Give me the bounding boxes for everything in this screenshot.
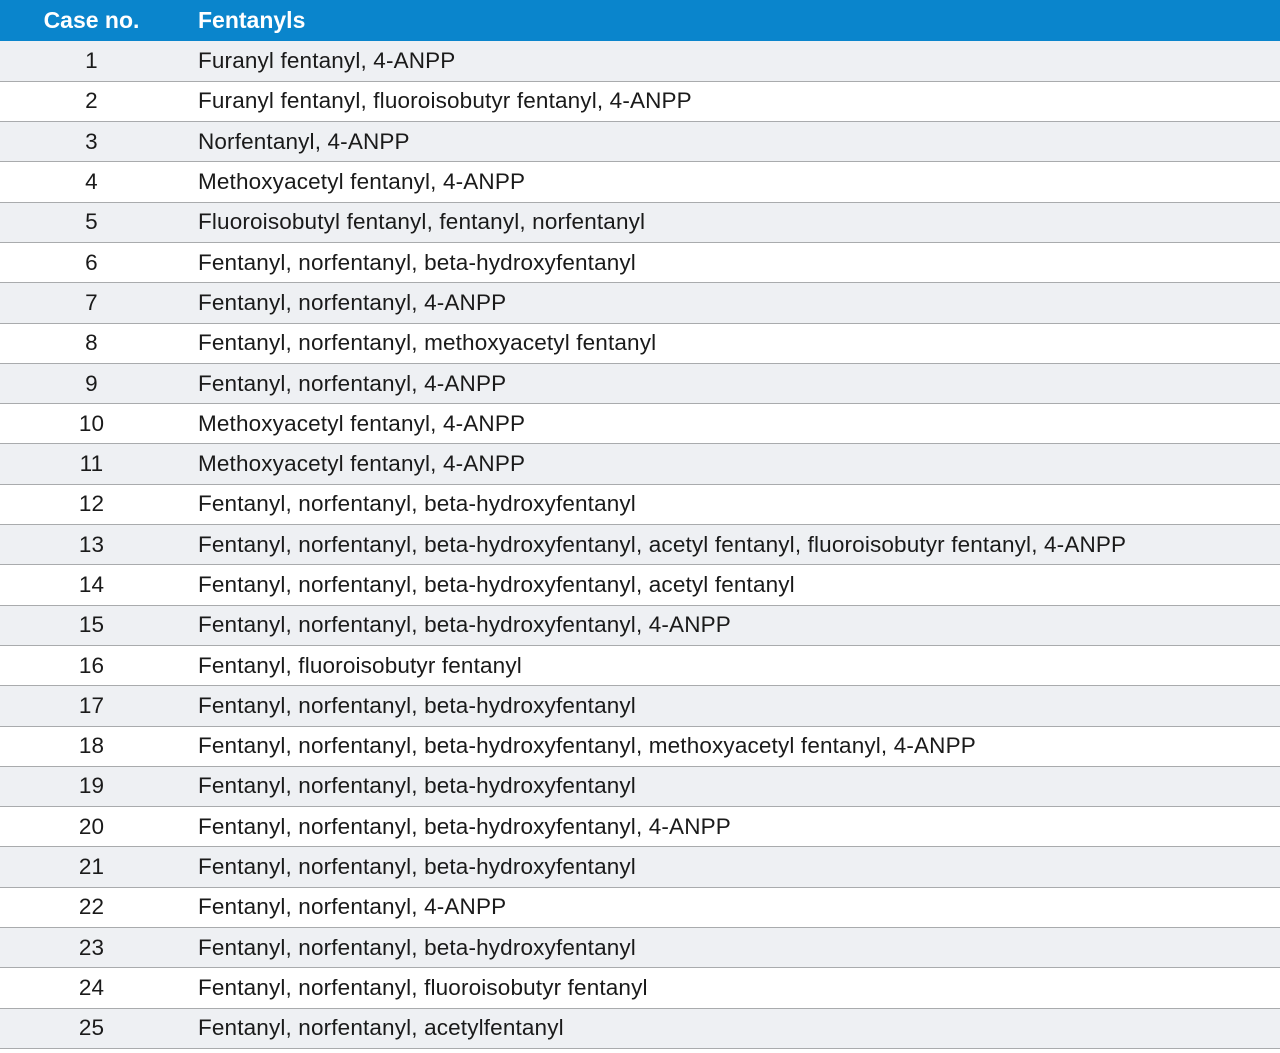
fentanyls-cell: Methoxyacetyl fentanyl, 4-ANPP (198, 410, 526, 436)
table-row: 6 Fentanyl, norfentanyl, beta-hydroxyfent… (0, 242, 1280, 283)
fentanyls-cell: Fentanyl, norfentanyl, 4-ANPP (198, 370, 507, 396)
case-number-cell: 22 (78, 894, 105, 920)
table-header: Case no. Fentanyls (0, 0, 1280, 41)
fentanyls-cell: Fentanyl, norfentanyl, beta-hydroxyfenta… (198, 531, 1127, 557)
table-row: 20 Fentanyl, norfentanyl, beta-hydroxyfen… (0, 806, 1280, 847)
fentanyls-cell: Fentanyl, norfentanyl, beta-hydroxyfenta… (198, 733, 976, 759)
table-row: 13 Fentanyl, norfentanyl, beta-hydroxyfen… (0, 524, 1280, 565)
fentanyls-cell: Furanyl fentanyl, 4-ANPP (198, 47, 456, 73)
table-row: 8 Fentanyl, norfentanyl, methoxyacetyl fe… (0, 323, 1280, 364)
table-row: 22 Fentanyl, norfentanyl, 4-ANPP (0, 887, 1280, 928)
fentanyls-cell: Fentanyl, norfentanyl, beta-hydroxyfenta… (198, 692, 636, 718)
table-row: 16 Fentanyl, fluoroisobutyr fentanyl (0, 645, 1280, 686)
table-body: 1 Furanyl fentanyl, 4-ANPP 2 Furanyl fentan… (0, 41, 1280, 1049)
table-row: 3 Norfentanyl, 4-ANPP (0, 121, 1280, 162)
fentanyls-cell: Fentanyl, norfentanyl, beta-hydroxyfenta… (198, 813, 731, 839)
fentanyls-cell: Furanyl fentanyl, fluoroisobutyr fentany… (198, 88, 692, 114)
fentanyls-cell: Fentanyl, norfentanyl, beta-hydroxyfenta… (198, 854, 636, 880)
table-row: 18 Fentanyl, norfentanyl, beta-hydroxyfen… (0, 726, 1280, 767)
fentanyls-cell: Fluoroisobutyl fentanyl, fentanyl, norfe… (198, 209, 646, 235)
fentanyls-cell: Fentanyl, norfentanyl, acetylfentanyl (198, 1015, 564, 1041)
table-row: 9 Fentanyl, norfentanyl, 4-ANPP (0, 363, 1280, 404)
fentanyls-cell: Methoxyacetyl fentanyl, 4-ANPP (198, 169, 526, 195)
table-row: 2 Furanyl fentanyl, fluoroisobutyr fentan… (0, 81, 1280, 122)
table-row: 17 Fentanyl, norfentanyl, beta-hydroxyfen… (0, 685, 1280, 727)
case-number-cell: 6 (85, 249, 98, 275)
table-row: 24 Fentanyl, norfentanyl, fluoroisobutyr … (0, 967, 1280, 1009)
fentanyls-cell: Fentanyl, norfentanyl, beta-hydroxyfenta… (198, 934, 636, 960)
case-number-cell: 23 (78, 934, 105, 960)
case-number-cell: 1 (85, 47, 98, 73)
case-number-cell: 14 (78, 572, 105, 597)
case-number-cell: 3 (85, 128, 98, 154)
case-number-cell: 7 (85, 289, 98, 315)
table-row: 25 Fentanyl, norfentanyl, acetylfentanyl (0, 1008, 1280, 1049)
table-row: 10 Methoxyacetyl fentanyl, 4-ANPP (0, 403, 1280, 444)
table-row: 7 Fentanyl, norfentanyl, 4-ANPP (0, 282, 1280, 324)
table-row: 12 Fentanyl, norfentanyl, beta-hydroxyfen… (0, 484, 1280, 525)
case-number-cell: 20 (78, 813, 105, 839)
case-number-cell: 15 (78, 612, 105, 638)
column-header-case-no: Case no. (43, 7, 140, 33)
case-number-cell: 18 (78, 733, 105, 759)
case-number-cell: 17 (78, 692, 105, 718)
fentanyls-cell: Methoxyacetyl fentanyl, 4-ANPP (198, 451, 526, 477)
fentanyls-cell: Fentanyl, fluoroisobutyr fentanyl (198, 652, 522, 678)
fentanyls-cell: Fentanyl, norfentanyl, beta-hydroxyfenta… (198, 612, 731, 638)
case-number-cell: 19 (78, 773, 105, 799)
table-row: 4 Methoxyacetyl fentanyl, 4-ANPP (0, 161, 1280, 203)
table-row: 1 Furanyl fentanyl, 4-ANPP (0, 41, 1280, 82)
table-row: 15 Fentanyl, norfentanyl, beta-hydroxyfen… (0, 605, 1280, 646)
case-number-cell: 8 (85, 330, 98, 356)
case-number-cell: 24 (78, 974, 105, 1000)
case-number-cell: 21 (78, 854, 105, 880)
fentanyls-cell: Fentanyl, norfentanyl, fluoroisobutyr fe… (198, 974, 648, 1000)
case-number-cell: 16 (78, 652, 105, 678)
fentanyls-cell: Fentanyl, norfentanyl, 4-ANPP (198, 289, 507, 315)
table-header-row: Case no. Fentanyls (0, 0, 1280, 41)
case-number-cell: 11 (79, 451, 104, 477)
case-number-cell: 2 (85, 88, 98, 114)
fentanyls-cell: Fentanyl, norfentanyl, beta-hydroxyfenta… (198, 491, 636, 517)
case-number-cell: 12 (78, 491, 105, 517)
case-number-cell: 4 (85, 169, 98, 195)
fentanyls-cell: Fentanyl, norfentanyl, beta-hydroxyfenta… (198, 572, 795, 597)
fentanyls-cell: Fentanyl, norfentanyl, methoxyacetyl fen… (198, 330, 657, 356)
fentanyls-cell: Fentanyl, norfentanyl, beta-hydroxyfenta… (198, 249, 636, 275)
table-row: 19 Fentanyl, norfentanyl, beta-hydroxyfen… (0, 766, 1280, 807)
case-number-cell: 25 (78, 1015, 105, 1041)
table-row: 5 Fluoroisobutyl fentanyl, fentanyl, norf… (0, 202, 1280, 243)
case-number-cell: 5 (85, 209, 98, 235)
case-number-cell: 13 (78, 531, 105, 557)
table-row: 11 Methoxyacetyl fentanyl, 4-ANPP (0, 443, 1280, 485)
fentanyls-table: Case no. Fentanyls 1 Furanyl fentanyl, 4-… (0, 0, 1280, 1049)
fentanyls-cell: Fentanyl, norfentanyl, beta-hydroxyfenta… (198, 773, 636, 799)
column-header-fentanyls: Fentanyls (198, 7, 306, 33)
table-row: 23 Fentanyl, norfentanyl, beta-hydroxyfen… (0, 927, 1280, 968)
table-row: 14 Fentanyl, norfentanyl, beta-hydroxyfen… (0, 564, 1280, 606)
case-number-cell: 9 (85, 370, 98, 396)
fentanyls-cell: Norfentanyl, 4-ANPP (198, 128, 410, 154)
fentanyls-cell: Fentanyl, norfentanyl, 4-ANPP (198, 894, 507, 920)
case-number-cell: 10 (78, 410, 105, 436)
table-row: 21 Fentanyl, norfentanyl, beta-hydroxyfen… (0, 846, 1280, 888)
